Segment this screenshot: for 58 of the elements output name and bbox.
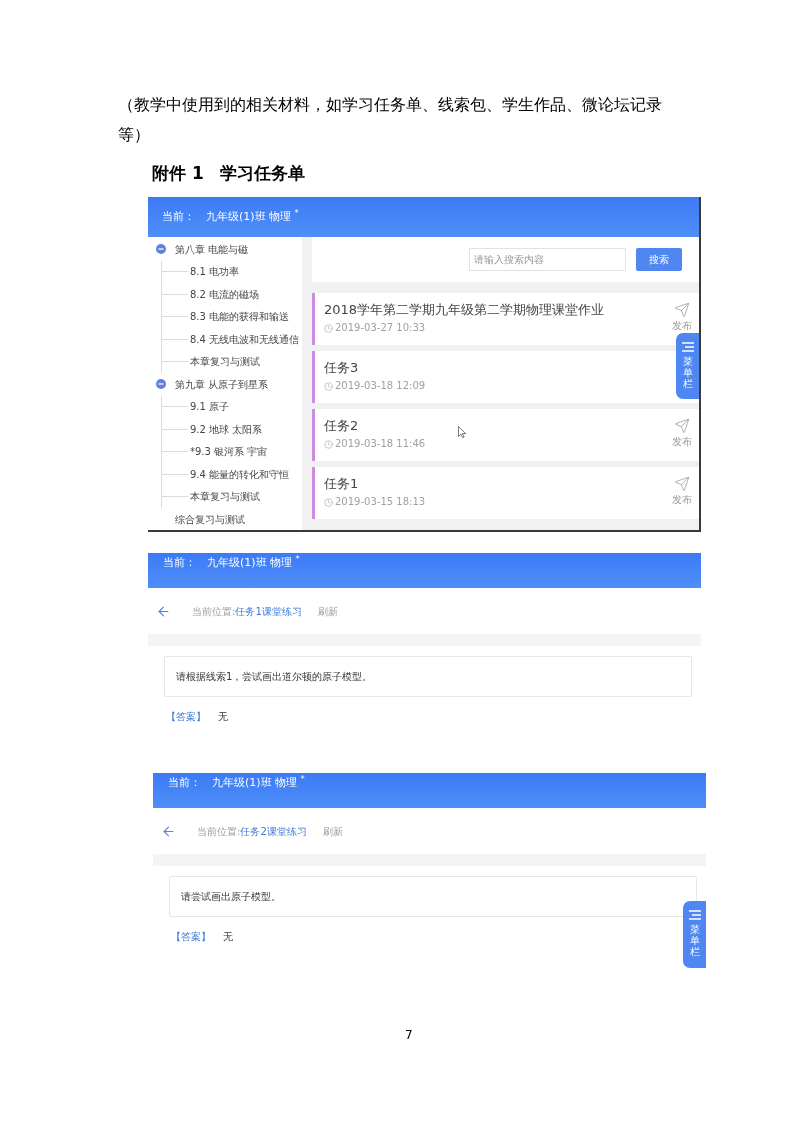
header-label: 当前： (162, 209, 195, 225)
class-title[interactable]: 九年级(1)班 物理 $^{*}$ (212, 775, 305, 791)
tree-item[interactable]: 8.1 电功率 (190, 264, 240, 280)
clock-icon (324, 497, 333, 507)
header-label: 当前： (163, 555, 196, 571)
tree-item[interactable]: 8.3 电能的获得和输送 (190, 309, 290, 325)
tree-chapter[interactable]: 综合复习与测试 (175, 511, 245, 527)
tree-chapter[interactable]: 第八章 电能与磁 (175, 241, 249, 257)
task-card[interactable]: 任务2 2019-03-18 11:46 发布 (312, 409, 699, 461)
task-card[interactable]: 任务1 2019-03-15 18:13 发布 (312, 467, 699, 519)
collapse-icon[interactable] (156, 379, 166, 390)
search-field[interactable]: 请输入搜索内容 (469, 248, 626, 271)
task-time: 2019-03-15 18:13 (335, 496, 426, 508)
question-text: 请根据线索1，尝试画出道尔顿的原子模型。 (176, 670, 373, 684)
breadcrumb-label: 当前位置: (197, 824, 241, 839)
task-card[interactable]: 2018学年第二学期九年级第二学期物理课堂作业 2019-03-27 10:33 发布 (312, 293, 699, 345)
intro-paragraph: （教学中使用到的相关材料，如学习任务单、线索包、学生作品、微论坛记录等） (118, 94, 663, 146)
tree-item[interactable]: 8.2 电流的磁场 (190, 286, 260, 302)
class-title[interactable]: 九年级(1)班 物理 $^{*}$ (206, 209, 299, 225)
task-title: 任务1 (324, 476, 360, 492)
cursor-icon (458, 426, 466, 438)
page-number: 7 (405, 1028, 413, 1042)
tree-chapter[interactable]: 第九章 从原子到星系 (175, 376, 269, 392)
breadcrumb-label: 当前位置: (192, 604, 236, 619)
paper-plane-icon (674, 302, 690, 318)
menu-icon (681, 342, 694, 352)
answer-value: 无 (218, 710, 228, 724)
paper-plane-icon (674, 418, 690, 434)
answer-label: 【答案】 (166, 710, 206, 724)
clock-icon (324, 381, 333, 391)
clock-icon (324, 323, 333, 333)
tree-item[interactable]: 9.1 原子 (190, 399, 230, 415)
attachment-label: 附件 1 (152, 163, 204, 183)
menu-icon (688, 910, 701, 920)
tree-item[interactable]: 9.4 能量的转化和守恒 (190, 466, 290, 482)
header-label: 当前： (168, 775, 201, 791)
task-time: 2019-03-18 11:46 (335, 438, 426, 450)
task-title: 任务2 (324, 418, 360, 434)
task-title: 任务3 (324, 360, 360, 376)
collapse-icon[interactable] (156, 244, 166, 255)
tree-item[interactable]: 本章复习与测试 (190, 489, 260, 505)
clock-icon (324, 439, 333, 449)
answer-label: 【答案】 (171, 930, 211, 944)
task-time: 2019-03-18 12:09 (335, 380, 426, 392)
breadcrumb-current[interactable]: 任务2课堂练习 (240, 823, 307, 839)
breadcrumb-current[interactable]: 任务1课堂练习 (235, 603, 302, 619)
search-button[interactable]: 搜索 (636, 248, 682, 271)
paper-plane-icon (674, 476, 690, 492)
class-title[interactable]: 九年级(1)班 物理 $^{*}$ (207, 555, 300, 571)
tree-item[interactable]: 本章复习与测试 (190, 354, 260, 370)
question-text: 请尝试画出原子模型。 (181, 890, 281, 904)
tree-item[interactable]: 8.4 无线电波和无线通信 (190, 331, 300, 347)
tree-item[interactable]: 9.2 地球 太阳系 (190, 421, 263, 437)
tree-item[interactable]: *9.3 银河系 宇宙 (190, 444, 268, 460)
answer-value: 无 (223, 930, 233, 944)
attachment-title: 学习任务单 (219, 163, 305, 183)
task-time: 2019-03-27 10:33 (335, 322, 426, 334)
task-title: 2018学年第二学期九年级第二学期物理课堂作业 (324, 302, 605, 318)
